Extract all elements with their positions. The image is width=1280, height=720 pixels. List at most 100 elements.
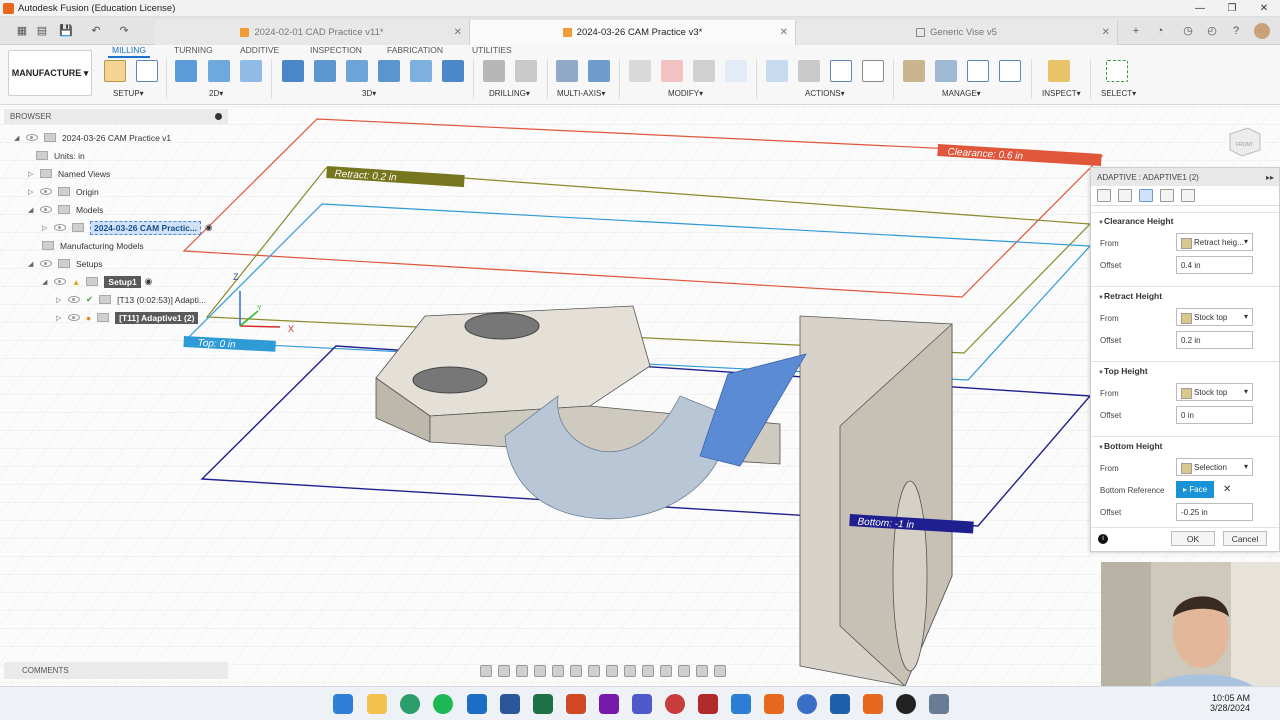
tab-additive[interactable]: ADDITIVE	[240, 45, 279, 55]
tree-item-origin[interactable]: ▷ Origin	[28, 183, 99, 200]
settings-icon[interactable]	[929, 694, 949, 714]
minimize-icon[interactable]: —	[1184, 3, 1216, 14]
swarf-icon[interactable]	[556, 60, 578, 82]
top-offset-input[interactable]: 0 in	[1176, 406, 1253, 424]
system-clock[interactable]: 10:05 AM 3/28/2024	[1190, 693, 1250, 713]
close-tab-icon[interactable]: ✕	[454, 27, 462, 38]
info-icon[interactable]: i	[1098, 534, 1108, 544]
drilling-group[interactable]: DRILLING▾	[489, 89, 530, 98]
geometry-tab-icon[interactable]	[1118, 189, 1132, 202]
manage-group[interactable]: MANAGE▾	[942, 89, 981, 98]
stock-display-icon[interactable]	[624, 665, 636, 677]
onenote-icon[interactable]	[599, 694, 619, 714]
grid-menu-icon[interactable]: ▦	[14, 23, 30, 39]
simulate-icon[interactable]	[766, 60, 788, 82]
parallel-icon[interactable]	[378, 60, 400, 82]
clearance-height-section[interactable]: Clearance Height	[1098, 216, 1173, 226]
contour-icon[interactable]	[442, 60, 464, 82]
pin-icon[interactable]	[215, 113, 222, 120]
help-icon[interactable]: ?	[1228, 23, 1244, 39]
linking-tab-icon[interactable]	[1181, 189, 1195, 202]
drill-icon[interactable]	[483, 60, 505, 82]
tree-item-operation-t13[interactable]: ▷ ✔ [T13 (0:02:53)] Adapti...	[56, 291, 206, 308]
undo-icon[interactable]: ↶	[88, 23, 104, 39]
tree-item-units[interactable]: Units: in	[36, 147, 85, 164]
post-library-icon[interactable]	[999, 60, 1021, 82]
tab-cam-practice[interactable]: 2024-03-26 CAM Practice v3* ✕	[470, 20, 796, 45]
modify-group[interactable]: MODIFY▾	[668, 89, 703, 98]
fit-icon[interactable]	[552, 665, 564, 677]
app-icon[interactable]	[830, 694, 850, 714]
clearance-from-select[interactable]: Retract heig...	[1176, 233, 1253, 251]
nc-program-icon[interactable]	[136, 60, 158, 82]
notifications-icon[interactable]: ◷	[1180, 23, 1196, 39]
outlook-icon[interactable]	[467, 694, 487, 714]
avatar[interactable]	[1254, 23, 1270, 39]
select-priority-icon[interactable]	[714, 665, 726, 677]
tool-library-icon[interactable]	[903, 60, 925, 82]
tab-inspection[interactable]: INSPECTION	[310, 45, 362, 55]
2d-adaptive-icon[interactable]	[175, 60, 197, 82]
scissors-icon[interactable]	[629, 60, 651, 82]
select-group[interactable]: SELECT▾	[1101, 89, 1136, 98]
maximize-icon[interactable]: ❐	[1216, 3, 1248, 14]
clearance-offset-input[interactable]: 0.4 in	[1176, 256, 1253, 274]
spotify-icon[interactable]	[433, 694, 453, 714]
select-icon[interactable]	[1106, 60, 1128, 82]
camera-icon[interactable]	[660, 665, 672, 677]
pattern-icon[interactable]	[725, 60, 747, 82]
expand-icon[interactable]: ▸▸	[1266, 173, 1274, 182]
inspect-group[interactable]: INSPECT▾	[1042, 89, 1081, 98]
tool-tab-icon[interactable]	[1097, 189, 1111, 202]
bottom-from-select[interactable]: Selection	[1176, 458, 1253, 476]
tree-item-model-component[interactable]: ▷ 2024-03-26 CAM Practic... ◉	[42, 219, 212, 236]
setup-sheet-icon[interactable]	[862, 60, 884, 82]
look-at-icon[interactable]	[498, 665, 510, 677]
teams-icon[interactable]	[632, 694, 652, 714]
app-icon[interactable]	[698, 694, 718, 714]
cancel-button[interactable]: Cancel	[1223, 531, 1267, 546]
tab-generic-vise[interactable]: Generic Vise v5 ✕	[796, 20, 1118, 45]
3d-group[interactable]: 3D▾	[362, 89, 376, 98]
display-settings-icon[interactable]	[570, 665, 582, 677]
tab-turning[interactable]: TURNING	[174, 45, 213, 55]
file-menu-icon[interactable]: ▤	[34, 23, 50, 39]
post-process-icon[interactable]	[830, 60, 852, 82]
save-icon[interactable]: 💾	[58, 23, 74, 39]
setup-folder-icon[interactable]	[104, 60, 126, 82]
workspace-switcher[interactable]: MANUFACTURE ▾	[8, 50, 92, 96]
scallop-icon[interactable]	[410, 60, 432, 82]
clear-selection-icon[interactable]: ✕	[1223, 484, 1231, 495]
tree-item-setups[interactable]: ◢ Setups	[28, 255, 102, 272]
2d-pocket-icon[interactable]	[208, 60, 230, 82]
tree-item-models[interactable]: ◢ Models	[28, 201, 103, 218]
steep-shallow-icon[interactable]	[346, 60, 368, 82]
orbit-icon[interactable]	[480, 665, 492, 677]
multi-axis-contour-icon[interactable]	[588, 60, 610, 82]
close-icon[interactable]: ✕	[1248, 3, 1280, 14]
ok-button[interactable]: OK	[1171, 531, 1215, 546]
excel-icon[interactable]	[533, 694, 553, 714]
grid-settings-icon[interactable]	[588, 665, 600, 677]
powerpoint-icon[interactable]	[566, 694, 586, 714]
tree-item-root[interactable]: ◢ 2024-03-26 CAM Practice v1	[14, 129, 171, 146]
file-explorer-icon[interactable]	[367, 694, 387, 714]
passes-tab-icon[interactable]	[1160, 189, 1174, 202]
edge-icon[interactable]	[400, 694, 420, 714]
tree-item-named-views[interactable]: ▷ Named Views	[28, 165, 110, 182]
heights-tab-icon[interactable]	[1139, 189, 1153, 202]
bottom-height-section[interactable]: Bottom Height	[1098, 441, 1163, 451]
new-tab-icon[interactable]: +	[1128, 23, 1144, 39]
tab-cad-practice[interactable]: 2024-02-01 CAD Practice v11* ✕	[155, 20, 470, 45]
app-icon[interactable]	[665, 694, 685, 714]
clock-icon[interactable]: ◴	[1204, 23, 1220, 39]
retract-from-select[interactable]: Stock top	[1176, 308, 1253, 326]
delete-toolpath-icon[interactable]	[661, 60, 683, 82]
start-icon[interactable]	[333, 694, 353, 714]
tab-milling[interactable]: MILLING	[107, 45, 151, 58]
pan-icon[interactable]	[516, 665, 528, 677]
hole-recognition-icon[interactable]	[515, 60, 537, 82]
comments-panel[interactable]: COMMENTS	[4, 662, 228, 679]
3d-pocket-icon[interactable]	[314, 60, 336, 82]
tree-item-operation-t11[interactable]: ▷ ● [T11] Adaptive1 (2)	[56, 309, 199, 326]
